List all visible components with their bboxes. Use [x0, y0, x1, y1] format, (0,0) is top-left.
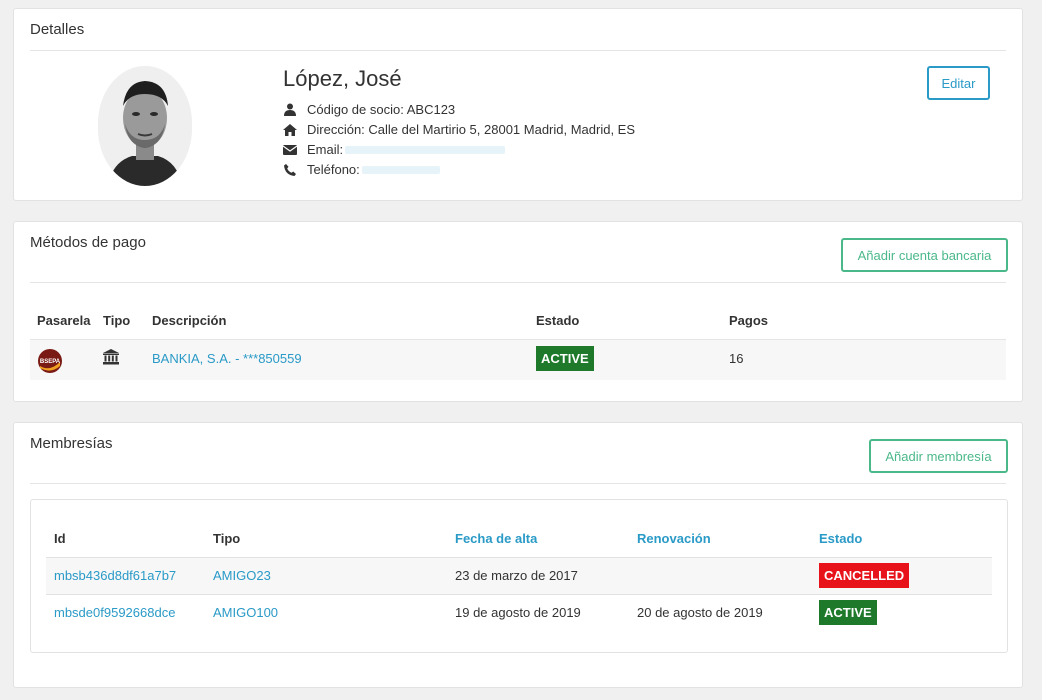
payment-methods-panel: Métodos de pago Añadir cuenta bancaria P… — [13, 221, 1023, 402]
add-membership-button[interactable]: Añadir membresía — [869, 439, 1008, 473]
payment-methods-divider — [30, 282, 1006, 283]
membership-start-date: 23 de marzo de 2017 — [455, 568, 578, 583]
details-panel: Detalles López, José Código de socio: AB… — [13, 8, 1023, 201]
memberships-panel: Membresías Añadir membresía Id Tipo Fech… — [13, 422, 1023, 688]
member-code-row: Código de socio: ABC123 — [283, 102, 455, 117]
member-code: Código de socio: ABC123 — [307, 102, 456, 117]
membership-renewal-date: 20 de agosto de 2019 — [637, 605, 763, 620]
member-address: Dirección: Calle del Martirio 5, 28001 M… — [307, 122, 636, 137]
table-row: BSEPA BANKIA, S.A. - ***850559 ACTIVE 16 — [30, 339, 1006, 380]
member-email-row: Email: — [283, 142, 506, 157]
col-header-id: Id — [54, 531, 66, 546]
phone-icon — [283, 163, 297, 176]
member-email-label: Email: — [307, 142, 344, 157]
avatar — [98, 66, 192, 186]
status-badge: ACTIVE — [819, 600, 877, 625]
col-header-payments: Pagos — [729, 313, 769, 328]
membership-start-date: 19 de agosto de 2019 — [455, 605, 581, 620]
member-name: López, José — [283, 66, 402, 91]
payment-methods-title: Métodos de pago — [30, 234, 146, 251]
add-bank-account-button[interactable]: Añadir cuenta bancaria — [841, 238, 1008, 272]
bank-account-link[interactable]: BANKIA, S.A. - ***850559 — [152, 351, 302, 366]
membership-type-link[interactable]: AMIGO23 — [213, 568, 271, 583]
col-header-status[interactable]: Estado — [819, 531, 862, 546]
bank-icon — [103, 349, 119, 368]
member-address-row: Dirección: Calle del Martirio 5, 28001 M… — [283, 122, 635, 137]
payments-count: 16 — [729, 351, 744, 366]
membership-type-link[interactable]: AMIGO100 — [213, 605, 278, 620]
sepa-gateway-icon: BSEPA — [37, 348, 63, 377]
member-phone-row: Teléfono: — [283, 162, 440, 177]
details-divider — [30, 50, 1006, 51]
member-email-redacted — [345, 145, 506, 154]
memberships-divider — [30, 483, 1006, 484]
member-phone-redacted — [361, 165, 440, 174]
memberships-table: Id Tipo Fecha de alta Renovación Estado … — [30, 499, 1008, 653]
col-header-renewal[interactable]: Renovación — [637, 531, 711, 546]
membership-id-link[interactable]: mbsb436d8df61a7b7 — [54, 568, 176, 583]
table-row: mbsb436d8df61a7b7 AMIGO23 23 de marzo de… — [46, 557, 992, 595]
member-phone-label: Teléfono: — [307, 162, 360, 177]
details-title: Detalles — [30, 21, 85, 38]
col-header-gateway: Pasarela — [37, 313, 91, 328]
status-badge: ACTIVE — [536, 346, 594, 371]
membership-id-link[interactable]: mbsde0f9592668dce — [54, 605, 175, 620]
sepa-gateway-logo-text: BSEPA — [40, 359, 61, 365]
memberships-title: Membresías — [30, 435, 113, 452]
status-badge: CANCELLED — [819, 563, 910, 588]
home-icon — [283, 123, 297, 136]
user-icon — [283, 103, 297, 116]
col-header-type: Tipo — [103, 313, 131, 328]
envelope-icon — [283, 144, 297, 155]
col-header-status: Estado — [536, 313, 580, 328]
col-header-start-date[interactable]: Fecha de alta — [455, 531, 537, 546]
edit-button[interactable]: Editar — [927, 66, 990, 100]
col-header-type: Tipo — [213, 531, 241, 546]
table-row: mbsde0f9592668dce AMIGO100 19 de agosto … — [46, 594, 992, 632]
col-header-description: Descripción — [152, 313, 227, 328]
